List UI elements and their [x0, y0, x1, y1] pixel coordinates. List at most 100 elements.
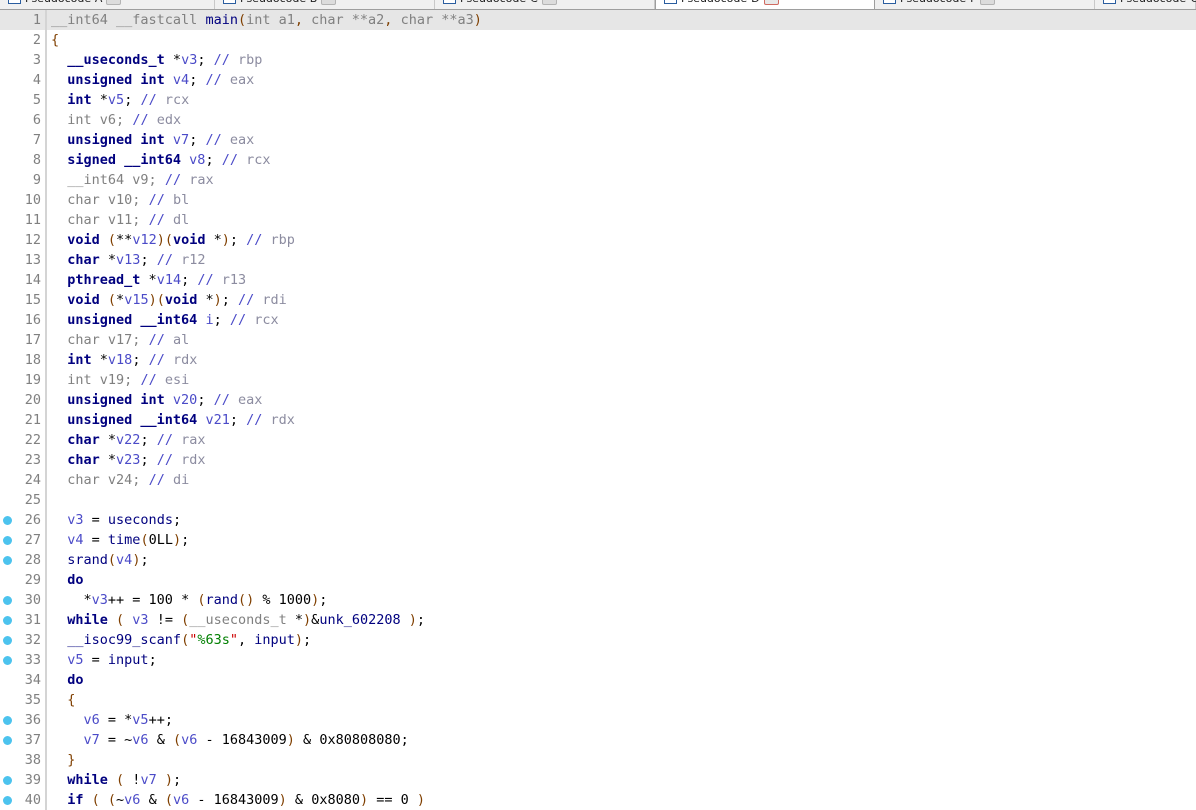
breakpoint-gutter[interactable] — [0, 590, 18, 610]
breakpoint-gutter[interactable] — [0, 770, 18, 790]
code-text[interactable]: __isoc99_scanf("%63s", input); — [47, 630, 1196, 650]
code-line[interactable]: 26 v3 = useconds; — [0, 510, 1196, 530]
code-text[interactable]: v7 = ~v6 & (v6 - 16843009) & 0x80808080; — [47, 730, 1196, 750]
code-line[interactable]: 6 int v6; // edx — [0, 110, 1196, 130]
close-icon[interactable]: × — [321, 0, 337, 5]
breakpoint-icon[interactable] — [3, 616, 12, 625]
breakpoint-gutter[interactable] — [0, 750, 18, 770]
code-line[interactable]: 5 int *v5; // rcx — [0, 90, 1196, 110]
breakpoint-icon[interactable] — [3, 796, 12, 805]
code-text[interactable]: { — [47, 30, 1196, 50]
code-line[interactable]: 29 do — [0, 570, 1196, 590]
code-line[interactable]: 7 unsigned int v7; // eax — [0, 130, 1196, 150]
code-line[interactable]: 24 char v24; // di — [0, 470, 1196, 490]
breakpoint-icon[interactable] — [3, 776, 12, 785]
code-text[interactable]: __int64 v9; // rax — [47, 170, 1196, 190]
close-icon[interactable]: × — [106, 0, 122, 5]
code-text[interactable]: char *v13; // r12 — [47, 250, 1196, 270]
breakpoint-gutter[interactable] — [0, 210, 18, 230]
code-line[interactable]: 10 char v10; // bl — [0, 190, 1196, 210]
code-text[interactable]: char v10; // bl — [47, 190, 1196, 210]
breakpoint-gutter[interactable] — [0, 170, 18, 190]
breakpoint-gutter[interactable] — [0, 470, 18, 490]
code-text[interactable]: pthread_t *v14; // r13 — [47, 270, 1196, 290]
breakpoint-gutter[interactable] — [0, 490, 18, 510]
tab-pseudocode-f[interactable]: Pseudocode-F × — [875, 0, 1095, 9]
breakpoint-gutter[interactable] — [0, 630, 18, 650]
code-line[interactable]: 33 v5 = input; — [0, 650, 1196, 670]
breakpoint-gutter[interactable] — [0, 90, 18, 110]
code-text[interactable]: __useconds_t *v3; // rbp — [47, 50, 1196, 70]
code-line[interactable]: 17 char v17; // al — [0, 330, 1196, 350]
code-line[interactable]: 8 signed __int64 v8; // rcx — [0, 150, 1196, 170]
code-text[interactable]: unsigned int v20; // eax — [47, 390, 1196, 410]
tab-pseudocode-d[interactable]: Pseudocode-D× — [655, 0, 875, 9]
breakpoint-gutter[interactable] — [0, 70, 18, 90]
breakpoint-gutter[interactable] — [0, 350, 18, 370]
code-text[interactable]: int *v5; // rcx — [47, 90, 1196, 110]
tab-pseudocode-g[interactable]: Pseudocode-G× — [1095, 0, 1196, 9]
breakpoint-gutter[interactable] — [0, 550, 18, 570]
code-text[interactable]: unsigned __int64 v21; // rdx — [47, 410, 1196, 430]
code-text[interactable]: v6 = *v5++; — [47, 710, 1196, 730]
code-text[interactable]: while ( v3 != (__useconds_t *)&unk_60220… — [47, 610, 1196, 630]
code-text[interactable]: v4 = time(0LL); — [47, 530, 1196, 550]
code-line[interactable]: 38 } — [0, 750, 1196, 770]
breakpoint-gutter[interactable] — [0, 650, 18, 670]
breakpoint-gutter[interactable] — [0, 230, 18, 250]
code-line[interactable]: 19 int v19; // esi — [0, 370, 1196, 390]
code-text[interactable]: void (*v15)(void *); // rdi — [47, 290, 1196, 310]
breakpoint-gutter[interactable] — [0, 250, 18, 270]
code-line[interactable]: 18 int *v18; // rdx — [0, 350, 1196, 370]
code-text[interactable]: char *v23; // rdx — [47, 450, 1196, 470]
pseudocode-code-area[interactable]: 1 __int64 __fastcall main(int a1, char **… — [0, 10, 1196, 810]
code-text[interactable]: do — [47, 570, 1196, 590]
code-line[interactable]: 23 char *v23; // rdx — [0, 450, 1196, 470]
code-line[interactable]: 14 pthread_t *v14; // r13 — [0, 270, 1196, 290]
breakpoint-icon[interactable] — [3, 636, 12, 645]
breakpoint-gutter[interactable] — [0, 790, 18, 810]
code-text[interactable]: *v3++ = 100 * (rand() % 1000); — [47, 590, 1196, 610]
code-line[interactable]: 21 unsigned __int64 v21; // rdx — [0, 410, 1196, 430]
breakpoint-gutter[interactable] — [0, 410, 18, 430]
breakpoint-gutter[interactable] — [0, 290, 18, 310]
code-text[interactable]: v3 = useconds; — [47, 510, 1196, 530]
code-line[interactable]: 12 void (**v12)(void *); // rbp — [0, 230, 1196, 250]
breakpoint-gutter[interactable] — [0, 710, 18, 730]
pseudocode-tab-strip[interactable]: Pseudocode-A×Pseudocode-B×Pseudocode-C×P… — [0, 0, 1196, 10]
code-line[interactable]: 4 unsigned int v4; // eax — [0, 70, 1196, 90]
code-text[interactable]: do — [47, 670, 1196, 690]
close-icon[interactable]: × — [541, 0, 557, 5]
breakpoint-icon[interactable] — [3, 656, 12, 665]
code-text[interactable]: v5 = input; — [47, 650, 1196, 670]
code-line[interactable]: 3 __useconds_t *v3; // rbp — [0, 50, 1196, 70]
code-line[interactable]: 15 void (*v15)(void *); // rdi — [0, 290, 1196, 310]
tab-pseudocode-b[interactable]: Pseudocode-B × — [215, 0, 435, 9]
tab-pseudocode-a[interactable]: Pseudocode-A × — [0, 0, 215, 9]
code-line[interactable]: 11 char v11; // dl — [0, 210, 1196, 230]
code-line[interactable]: 13 char *v13; // r12 — [0, 250, 1196, 270]
code-text[interactable]: char v24; // di — [47, 470, 1196, 490]
code-text[interactable]: int v19; // esi — [47, 370, 1196, 390]
breakpoint-gutter[interactable] — [0, 150, 18, 170]
code-line[interactable]: 39 while ( !v7 ); — [0, 770, 1196, 790]
code-text[interactable]: __int64 __fastcall main(int a1, char **a… — [47, 10, 1196, 30]
code-line[interactable]: 28 srand(v4); — [0, 550, 1196, 570]
breakpoint-gutter[interactable] — [0, 30, 18, 50]
breakpoint-gutter[interactable] — [0, 570, 18, 590]
code-line[interactable]: 36 v6 = *v5++; — [0, 710, 1196, 730]
breakpoint-icon[interactable] — [3, 536, 12, 545]
code-line[interactable]: 34 do — [0, 670, 1196, 690]
breakpoint-gutter[interactable] — [0, 510, 18, 530]
code-text[interactable]: char v17; // al — [47, 330, 1196, 350]
breakpoint-gutter[interactable] — [0, 110, 18, 130]
breakpoint-gutter[interactable] — [0, 730, 18, 750]
breakpoint-gutter[interactable] — [0, 10, 18, 30]
code-line[interactable]: 20 unsigned int v20; // eax — [0, 390, 1196, 410]
code-text[interactable]: unsigned __int64 i; // rcx — [47, 310, 1196, 330]
tab-pseudocode-c[interactable]: Pseudocode-C× — [435, 0, 655, 9]
close-icon[interactable]: × — [763, 0, 779, 5]
breakpoint-icon[interactable] — [3, 516, 12, 525]
code-line[interactable]: 40 if ( (~v6 & (v6 - 16843009) & 0x8080)… — [0, 790, 1196, 810]
breakpoint-gutter[interactable] — [0, 450, 18, 470]
